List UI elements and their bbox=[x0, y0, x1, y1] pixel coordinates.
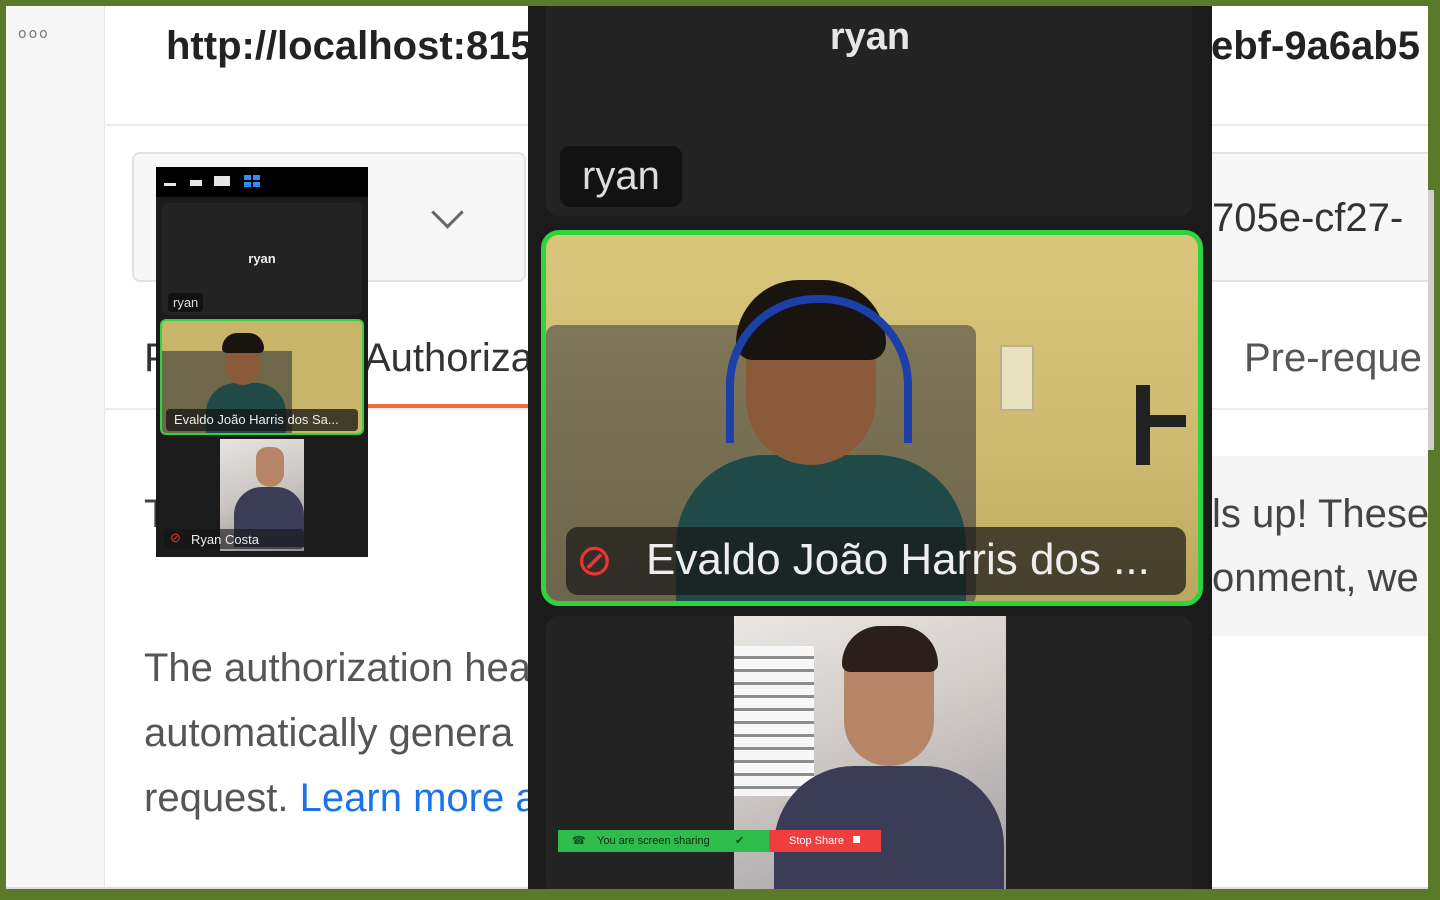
participant-label-ryan: ryan bbox=[560, 146, 682, 207]
info-banner-line-1: ls up! These bbox=[1212, 492, 1428, 536]
stop-share-label[interactable]: Stop Share bbox=[789, 835, 844, 847]
speaker-view-icon[interactable] bbox=[214, 176, 230, 186]
auth-description-line-1: The authorization hea bbox=[144, 646, 531, 690]
screen-sharing-text: You are screen sharing bbox=[597, 835, 710, 847]
shield-icon[interactable]: ✔ bbox=[735, 834, 747, 847]
video-window-blinds bbox=[734, 646, 814, 796]
video-person-hair bbox=[842, 626, 938, 672]
mini-participant-name-ryan: ryan bbox=[248, 251, 276, 266]
mini-active-speaker-tile[interactable]: Evaldo João Harris dos Sa... bbox=[160, 319, 364, 435]
request-url-left[interactable]: http://localhost:815 bbox=[166, 24, 533, 69]
video-person-head bbox=[256, 447, 284, 487]
mini-window-toolbar bbox=[156, 167, 368, 197]
video-person-body bbox=[774, 766, 1004, 889]
tab-pre-request[interactable]: Pre-reque bbox=[1244, 336, 1422, 381]
minimize-icon[interactable] bbox=[164, 183, 176, 186]
phone-icon: ☎ bbox=[572, 835, 586, 847]
left-sidebar: ooo bbox=[6, 6, 105, 889]
zoom-gallery-panel: ryan ryan ⊘ Evaldo João Harris dos ... bbox=[528, 6, 1212, 889]
hide-video-icon[interactable] bbox=[190, 180, 202, 186]
mic-off-icon: ⊘ bbox=[576, 536, 613, 585]
more-options-icon[interactable]: ooo bbox=[18, 26, 50, 42]
learn-more-link[interactable]: Learn more a bbox=[300, 776, 538, 820]
vertical-scrollbar[interactable] bbox=[1428, 190, 1434, 450]
video-light-switch bbox=[1000, 345, 1034, 411]
request-url-right[interactable]: ebf-9a6ab5 bbox=[1211, 24, 1420, 69]
active-speaker-tile[interactable]: ⊘ Evaldo João Harris dos ... bbox=[541, 230, 1203, 606]
grid-view-icon[interactable] bbox=[244, 175, 260, 189]
mic-off-icon: ⊘ bbox=[170, 530, 181, 545]
mini-participant-label-ryan: ryan bbox=[168, 293, 204, 312]
info-banner-line-2: onment, we bbox=[1212, 556, 1419, 600]
stop-icon[interactable] bbox=[853, 836, 860, 843]
tab-authorization[interactable]: Authoriza bbox=[364, 336, 533, 381]
info-banner bbox=[1210, 456, 1428, 636]
video-door-handle-bar bbox=[1136, 415, 1186, 427]
auth-description-prefix: request. bbox=[144, 776, 289, 820]
video-person-hair bbox=[222, 333, 264, 353]
mini-active-speaker-name: Evaldo João Harris dos Sa... bbox=[174, 412, 339, 427]
auth-description-line-2: automatically genera bbox=[144, 711, 514, 755]
auth-description-line-3: request. Learn more a bbox=[144, 776, 538, 821]
url-input-text[interactable]: 705e-cf27- bbox=[1212, 196, 1403, 241]
zoom-mini-window[interactable]: ryan ryan Evaldo João Harris dos Sa... ⊘… bbox=[156, 167, 368, 557]
participant-name-ryan: ryan bbox=[829, 16, 911, 58]
active-speaker-name: Evaldo João Harris dos ... bbox=[646, 535, 1150, 584]
mini-participant-name-ryan-costa: Ryan Costa bbox=[191, 532, 259, 547]
